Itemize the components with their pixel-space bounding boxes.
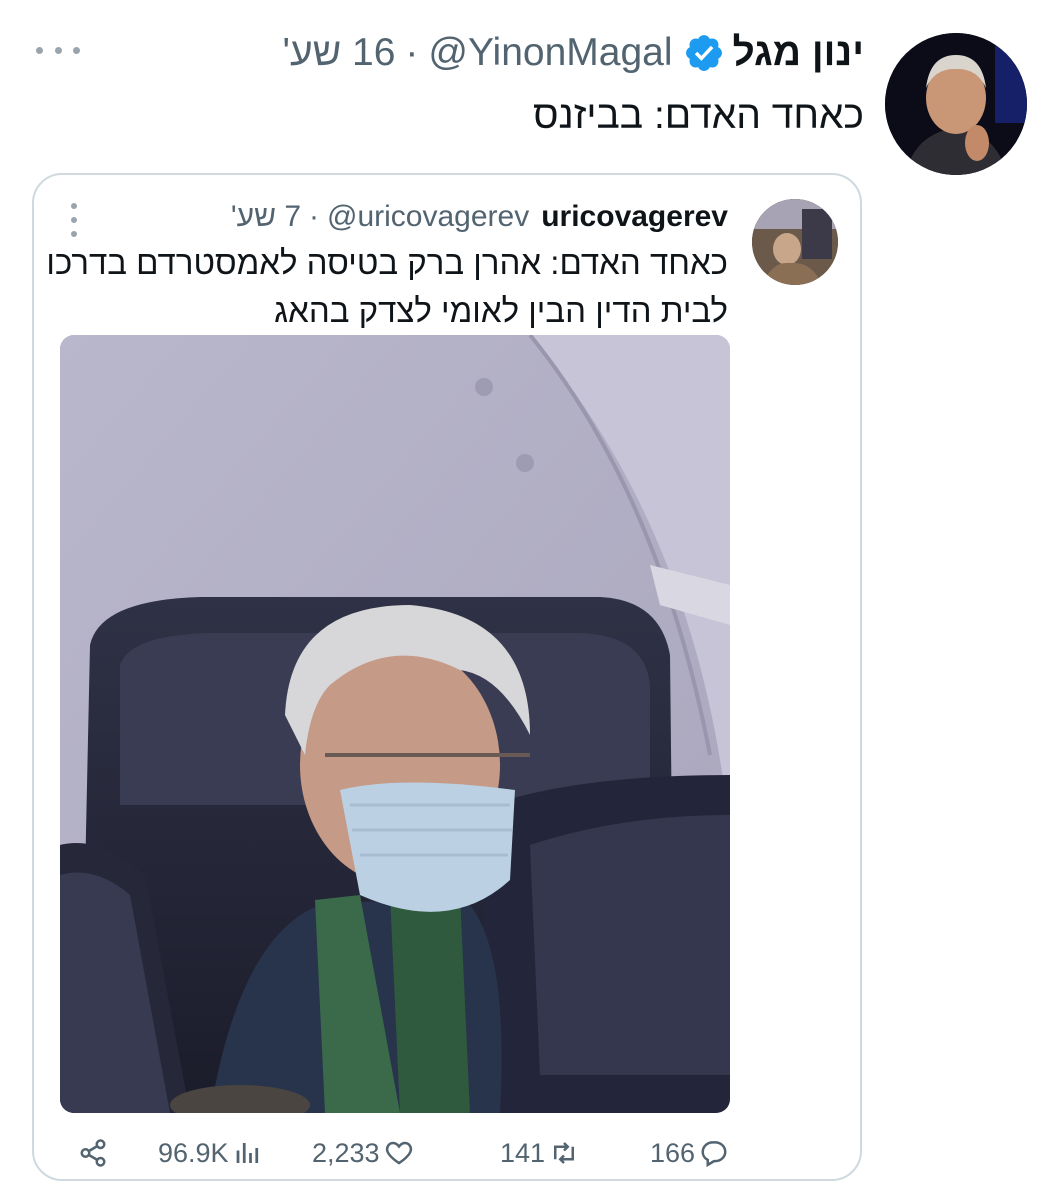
quoted-photo[interactable] [60,335,730,1113]
retweet-icon [549,1138,579,1168]
reply-icon [699,1138,729,1168]
replies-count: 166 [650,1137,696,1168]
action-bar: 96.9K 2,233 141 166 [34,1130,864,1176]
views-chart-icon [233,1138,263,1168]
verified-badge-icon [683,32,725,74]
quoted-tweet[interactable]: uricovagerev @uricovagerev · 7 שע' כאחד … [32,173,862,1181]
retweets-count: 141 [500,1137,546,1168]
views-count: 96.9K [158,1137,229,1168]
quoted-text-line: כאחד האדם: אהרן ברק בטיסה לאמסטרדם בדרכו [46,244,728,281]
views-button[interactable]: 96.9K [158,1136,263,1170]
separator-dot: · [309,200,319,233]
quoted-author-handle[interactable]: @uricovagerev [327,197,529,237]
likes-count: 2,233 [312,1137,380,1168]
author-name[interactable]: ינון מגל [733,28,864,78]
quoted-header: uricovagerev @uricovagerev · 7 שע' [231,197,728,237]
quoted-author-name[interactable]: uricovagerev [541,197,728,237]
like-button[interactable]: 2,233 [312,1136,414,1170]
tweet[interactable]: ינון מגל @YinonMagal · 16 שע' כאחד האדם:… [0,0,1060,1200]
more-horizontal-icon[interactable] [36,40,80,60]
reply-button[interactable]: 166 [650,1136,729,1170]
more-vertical-icon[interactable] [70,203,78,237]
tweet-text: כאחד האדם: בביזנס [532,94,864,137]
tweet-header: ינון מגל @YinonMagal · 16 שע' [283,28,864,78]
share-icon [78,1138,108,1168]
retweet-button[interactable]: 141 [500,1136,579,1170]
quoted-text: כאחד האדם: אהרן ברק בטיסה לאמסטרדם בדרכו… [46,239,728,335]
quoted-time[interactable]: 7 שע' [231,197,301,237]
quoted-author-avatar[interactable] [752,199,838,285]
heart-icon [384,1138,414,1168]
share-button[interactable] [78,1136,108,1170]
quoted-text-line: לבית הדין הבין לאומי לצדק בהאג [274,292,728,329]
tweet-time[interactable]: 16 שע' [283,28,396,78]
separator-dot: · [405,31,419,74]
author-handle[interactable]: @YinonMagal [428,28,672,78]
author-avatar[interactable] [885,33,1027,175]
